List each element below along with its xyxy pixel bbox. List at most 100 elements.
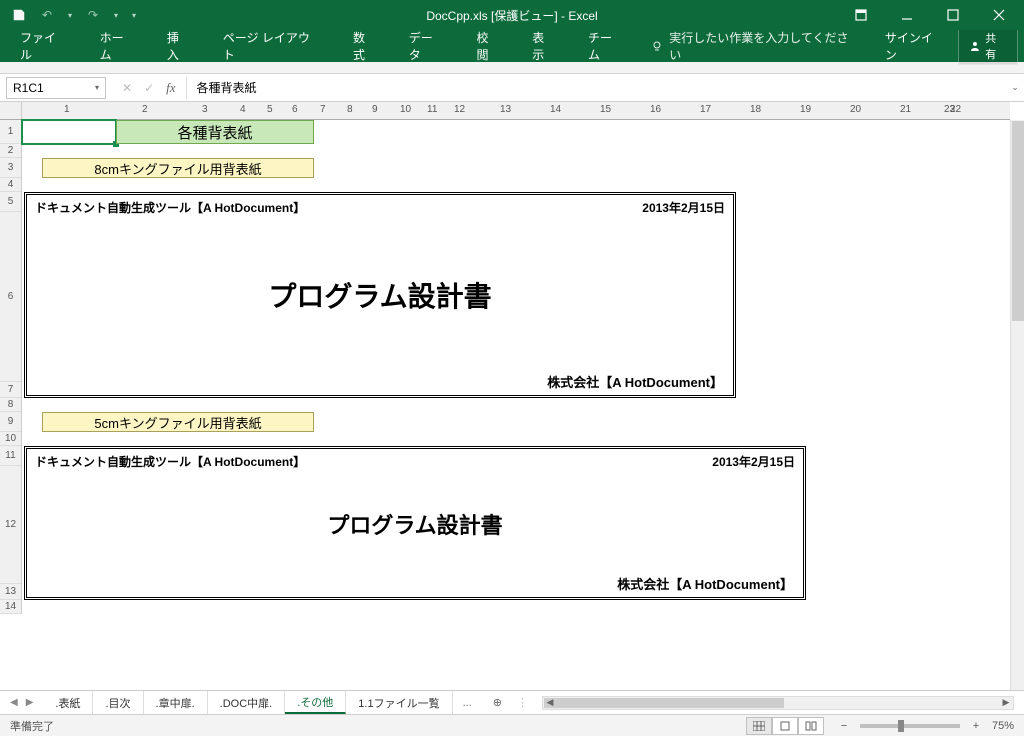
zoom-slider[interactable] <box>860 724 960 728</box>
ruler-tick: 2 <box>142 104 148 115</box>
spine-5cm[interactable]: ドキュメント自動生成ツール【A HotDocument】 2013年2月15日 … <box>24 446 806 600</box>
name-box[interactable]: R1C1 ▾ <box>6 77 106 99</box>
undo-dropdown-icon[interactable]: ▾ <box>68 11 72 20</box>
undo-icon[interactable]: ↶ <box>40 8 54 22</box>
view-buttons <box>746 717 824 735</box>
redo-dropdown-icon[interactable]: ▾ <box>114 11 118 20</box>
select-all-corner[interactable] <box>0 102 22 120</box>
name-box-dropdown-icon[interactable]: ▾ <box>95 83 99 92</box>
ruler-tick: 5 <box>267 104 273 115</box>
spine1-date: 2013年2月15日 <box>642 199 725 216</box>
expand-formula-icon[interactable]: ⌄ <box>1006 82 1024 93</box>
confirm-icon[interactable]: ✓ <box>144 81 154 95</box>
column-ruler[interactable]: 1234567891011121314151617181920212223 <box>22 102 1010 120</box>
ruler-tick: 18 <box>750 104 761 115</box>
zoom-in-icon[interactable]: + <box>970 720 982 732</box>
close-icon[interactable] <box>992 8 1006 22</box>
ribbon-tabs: ファイル ホーム 挿入 ページ レイアウト 数式 データ 校閲 表示 チーム 実… <box>0 30 1024 62</box>
spine-8cm[interactable]: ドキュメント自動生成ツール【A HotDocument】 2013年2月15日 … <box>24 192 736 398</box>
view-normal-icon[interactable] <box>746 717 772 735</box>
status-ready: 準備完了 <box>10 718 54 734</box>
person-icon <box>969 40 981 52</box>
row-header[interactable]: 4 <box>0 178 21 192</box>
formula-input[interactable]: 各種背表紙 <box>186 77 1006 99</box>
hscroll-right-icon[interactable]: ▶ <box>999 697 1013 708</box>
lightbulb-icon <box>651 40 663 52</box>
tab-nav-prev-icon[interactable]: ◀ <box>10 697 18 708</box>
sheet-tab[interactable]: .表紙 <box>43 691 93 714</box>
row-header[interactable]: 11 <box>0 446 21 466</box>
row-header[interactable]: 8 <box>0 398 21 412</box>
row-headers[interactable]: 1234567891011121314 <box>0 120 22 614</box>
zoom-out-icon[interactable]: − <box>838 720 850 732</box>
tab-insert[interactable]: 挿入 <box>151 30 207 62</box>
row-header[interactable]: 6 <box>0 212 21 382</box>
sheet-tab[interactable]: .DOC中扉. <box>208 691 286 714</box>
tell-me-box[interactable]: 実行したい作業を入力してください <box>639 29 870 63</box>
worksheet-area: 1234567891011121314151617181920212223 12… <box>0 102 1024 702</box>
vscroll-thumb[interactable] <box>1012 121 1024 321</box>
spine2-tool: ドキュメント自動生成ツール【A HotDocument】 <box>35 453 305 470</box>
tell-me-label: 実行したい作業を入力してください <box>669 29 859 63</box>
tab-file[interactable]: ファイル <box>4 30 84 62</box>
signin-link[interactable]: サインイン <box>871 29 958 63</box>
row-header[interactable]: 2 <box>0 144 21 158</box>
zoom-value: 75% <box>992 720 1014 732</box>
tab-home[interactable]: ホーム <box>84 30 151 62</box>
cell-sub-8cm[interactable]: 8cmキングファイル用背表紙 <box>42 158 314 178</box>
cancel-icon[interactable]: ✕ <box>122 81 132 95</box>
redo-icon[interactable]: ↷ <box>86 8 100 22</box>
new-sheet-icon[interactable]: ⊕ <box>482 695 513 710</box>
fx-icon[interactable]: fx <box>166 80 175 96</box>
sheet-tab[interactable]: .目次 <box>93 691 143 714</box>
ruler-tick: 6 <box>292 104 298 115</box>
row-header[interactable]: 3 <box>0 158 21 178</box>
hscroll-left-icon[interactable]: ◀ <box>543 697 557 708</box>
row-header[interactable]: 9 <box>0 412 21 432</box>
ruler-tick: 12 <box>454 104 465 115</box>
qat-customize-icon[interactable]: ▾ <box>132 11 136 20</box>
spine1-company: 株式会社【A HotDocument】 <box>547 375 723 390</box>
tab-data[interactable]: データ <box>393 30 461 62</box>
zoom-knob[interactable] <box>898 720 904 732</box>
minimize-icon[interactable] <box>900 8 914 22</box>
tab-pagelayout[interactable]: ページ レイアウト <box>207 30 337 62</box>
sheet-tab[interactable]: .その他 <box>285 691 346 714</box>
sheet-tab[interactable]: 1.1ファイル一覧 <box>346 691 452 714</box>
cell-title[interactable]: 各種背表紙 <box>116 120 314 144</box>
tab-team[interactable]: チーム <box>572 30 639 62</box>
share-button[interactable]: 共有 <box>958 27 1018 65</box>
maximize-icon[interactable] <box>946 8 960 22</box>
tab-view[interactable]: 表示 <box>516 30 572 62</box>
row-header[interactable]: 10 <box>0 432 21 446</box>
tabs-more[interactable]: ... <box>453 697 482 709</box>
tab-split-handle[interactable]: ⋮ <box>513 696 532 709</box>
grid-body[interactable]: 各種背表紙 8cmキングファイル用背表紙 ドキュメント自動生成ツール【A Hot… <box>22 120 1010 702</box>
horizontal-scrollbar[interactable]: ◀ ▶ <box>542 696 1014 710</box>
ruler-tick: 9 <box>372 104 378 115</box>
ruler-tick: 14 <box>550 104 561 115</box>
ruler-tick: 15 <box>600 104 611 115</box>
row-header[interactable]: 5 <box>0 192 21 212</box>
row-header[interactable]: 12 <box>0 466 21 584</box>
sheet-tab[interactable]: .章中扉. <box>144 691 208 714</box>
tab-formulas[interactable]: 数式 <box>337 30 393 62</box>
ruler-tick: 17 <box>700 104 711 115</box>
tab-nav-next-icon[interactable]: ▶ <box>26 697 34 708</box>
ruler-tick: 16 <box>650 104 661 115</box>
row-header[interactable]: 14 <box>0 600 21 614</box>
cell-sub-5cm[interactable]: 5cmキングファイル用背表紙 <box>42 412 314 432</box>
view-page-layout-icon[interactable] <box>772 717 798 735</box>
row-header[interactable]: 7 <box>0 382 21 398</box>
vertical-scrollbar[interactable] <box>1010 120 1024 700</box>
window-controls <box>854 8 1024 22</box>
ruler-tick: 20 <box>850 104 861 115</box>
tab-review[interactable]: 校閲 <box>460 30 516 62</box>
hscroll-thumb[interactable] <box>544 698 784 708</box>
save-icon[interactable] <box>12 8 26 22</box>
row-header[interactable]: 1 <box>0 120 21 144</box>
view-page-break-icon[interactable] <box>798 717 824 735</box>
formula-bar: R1C1 ▾ ✕ ✓ fx 各種背表紙 ⌄ <box>0 74 1024 102</box>
ribbon-display-icon[interactable] <box>854 8 868 22</box>
row-header[interactable]: 13 <box>0 584 21 600</box>
